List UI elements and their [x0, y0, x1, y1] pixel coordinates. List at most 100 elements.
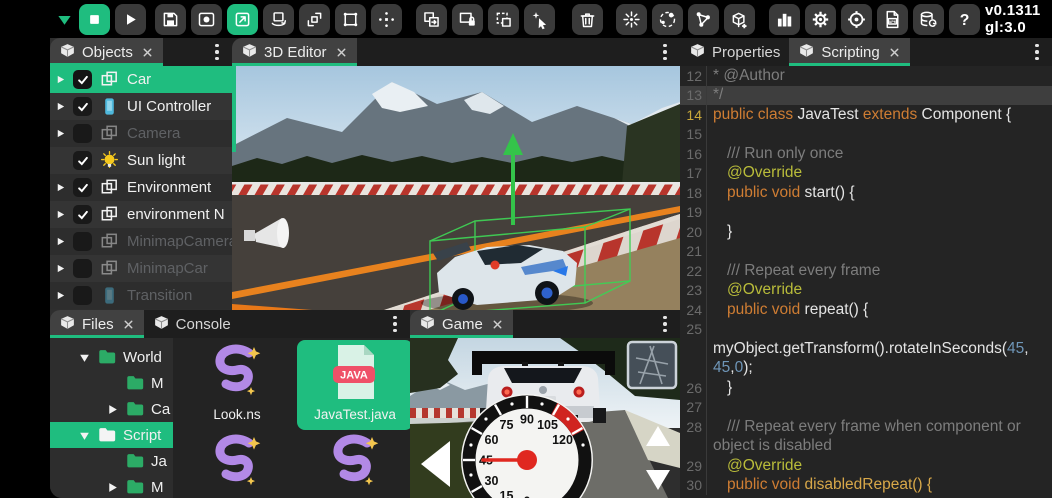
game-viewport[interactable]: 0153045607590105120 — [410, 338, 680, 498]
close-icon[interactable] — [888, 46, 901, 59]
expand-arrow-icon[interactable] — [55, 263, 66, 274]
visibility-checkbox[interactable] — [73, 124, 92, 143]
object-label: environment N — [127, 206, 225, 223]
close-icon[interactable] — [335, 46, 348, 59]
object-row-ui-controller[interactable]: UI Controller — [50, 93, 232, 120]
visibility-checkbox[interactable] — [73, 178, 92, 197]
delete-button[interactable] — [572, 4, 603, 35]
flare-button[interactable] — [616, 4, 647, 35]
expand-arrow-icon[interactable] — [55, 182, 66, 193]
paste-object-button[interactable] — [488, 4, 519, 35]
rotate-tool-button[interactable] — [263, 4, 294, 35]
tab-scripting[interactable]: Scripting — [789, 38, 909, 66]
pivot-tool-button[interactable] — [371, 4, 402, 35]
object-row-camera[interactable]: Camera — [50, 120, 232, 147]
stop-button[interactable] — [79, 4, 110, 35]
object-row-minimapcar[interactable]: MinimapCar — [50, 255, 232, 282]
code-text: 45,0); — [713, 359, 753, 377]
help-button[interactable]: ? — [949, 4, 980, 35]
database-refresh-button[interactable] — [913, 4, 944, 35]
visibility-checkbox[interactable] — [73, 70, 92, 89]
object-row-environment[interactable]: Environment — [50, 174, 232, 201]
3d-editor-menu-button[interactable] — [654, 38, 676, 66]
file-look-ns[interactable]: Look.ns — [179, 340, 295, 430]
line-number: 13 — [680, 86, 707, 106]
file-grid: Look.nsJAVAJavaTest.javaMinimapCar.nsLOD… — [173, 338, 410, 498]
expand-arrow-icon[interactable] — [55, 209, 66, 220]
visibility-checkbox[interactable] — [73, 205, 92, 224]
visibility-checkbox[interactable] — [73, 97, 92, 116]
expand-arrow-icon[interactable] — [55, 290, 66, 301]
orbit-button[interactable] — [652, 4, 683, 35]
mode-dropdown[interactable] — [54, 4, 74, 35]
objects-menu-button[interactable] — [206, 38, 228, 66]
object-row-sun-light[interactable]: Sun light — [50, 147, 232, 174]
bulb-icon — [99, 150, 120, 171]
duplicate-button[interactable] — [416, 4, 447, 35]
visibility-checkbox[interactable] — [73, 151, 92, 170]
3d-scene — [232, 66, 680, 310]
tab-properties[interactable]: Properties — [680, 38, 789, 66]
export-apk-button[interactable]: APK — [877, 4, 908, 35]
visibility-checkbox[interactable] — [73, 232, 92, 251]
object-row-car[interactable]: Car — [50, 66, 232, 93]
scripting-menu-button[interactable] — [1026, 38, 1048, 66]
expand-arrow-icon[interactable] — [55, 74, 66, 85]
rect-corners-icon — [340, 9, 361, 30]
ns-file-icon — [209, 343, 265, 406]
save-button[interactable] — [155, 4, 186, 35]
code-text: object is disabled — [713, 437, 832, 455]
touch-select-button[interactable] — [524, 4, 555, 35]
visibility-checkbox[interactable] — [73, 286, 92, 305]
line-number: 12 — [680, 66, 707, 86]
expand-arrow-icon[interactable] — [55, 101, 66, 112]
file-lod-ns[interactable]: LOD.ns — [297, 430, 410, 498]
play-button[interactable] — [115, 4, 146, 35]
object-row-environment-n[interactable]: environment N — [50, 201, 232, 228]
expand-arrow-icon[interactable] — [55, 128, 66, 139]
tree-arrow-icon[interactable] — [78, 429, 91, 442]
close-icon[interactable] — [122, 318, 135, 331]
folder-icon — [97, 425, 117, 445]
object-row-transition[interactable]: Transition — [50, 282, 232, 309]
line-number: 21 — [680, 242, 707, 262]
tree-arrow-icon[interactable] — [78, 351, 91, 364]
lock-object-button[interactable] — [452, 4, 483, 35]
file-minimapcar-ns[interactable]: MinimapCar.ns — [179, 430, 295, 498]
tab-3d-editor[interactable]: 3D Editor — [232, 38, 357, 66]
code-line: 23@Override — [680, 281, 1052, 301]
tab-console[interactable]: Console — [144, 310, 240, 338]
tree-arrow-icon[interactable] — [106, 403, 119, 416]
game-menu-button[interactable] — [654, 310, 676, 338]
tab-files[interactable]: Files — [50, 310, 144, 338]
nodes-button[interactable] — [688, 4, 719, 35]
add-object-button[interactable] — [724, 4, 755, 35]
stats-button[interactable] — [769, 4, 800, 35]
preview-button[interactable] — [191, 4, 222, 35]
code-editor[interactable]: 12 * @Author13 */14public class JavaTest… — [680, 66, 1052, 498]
object-row-minimapcamera[interactable]: MinimapCamera — [50, 228, 232, 255]
files-menu-button[interactable] — [384, 310, 406, 338]
code-line: 22/// Repeat every frame — [680, 261, 1052, 281]
object-label: Car — [127, 71, 151, 88]
mesh-icon — [99, 69, 120, 90]
object-label: UI Controller — [127, 98, 211, 115]
tab-game[interactable]: Game — [410, 310, 513, 338]
tree-arrow-icon[interactable] — [106, 481, 119, 494]
move-tool-button[interactable] — [227, 4, 258, 35]
rect-tool-button[interactable] — [335, 4, 366, 35]
project-settings-button[interactable] — [841, 4, 872, 35]
scale-tool-button[interactable] — [299, 4, 330, 35]
file-javatest-java[interactable]: JAVAJavaTest.java — [297, 340, 410, 430]
3d-viewport[interactable] — [232, 66, 680, 310]
visibility-checkbox[interactable] — [73, 259, 92, 278]
close-icon[interactable] — [491, 318, 504, 331]
line-number: 22 — [680, 261, 707, 281]
package-icon — [419, 314, 436, 335]
code-text: @Override — [713, 164, 802, 182]
expand-arrow-icon[interactable] — [55, 236, 66, 247]
tab-objects[interactable]: Objects — [50, 38, 163, 66]
close-icon[interactable] — [141, 46, 154, 59]
move-tool-icon — [232, 9, 253, 30]
settings-button[interactable] — [805, 4, 836, 35]
